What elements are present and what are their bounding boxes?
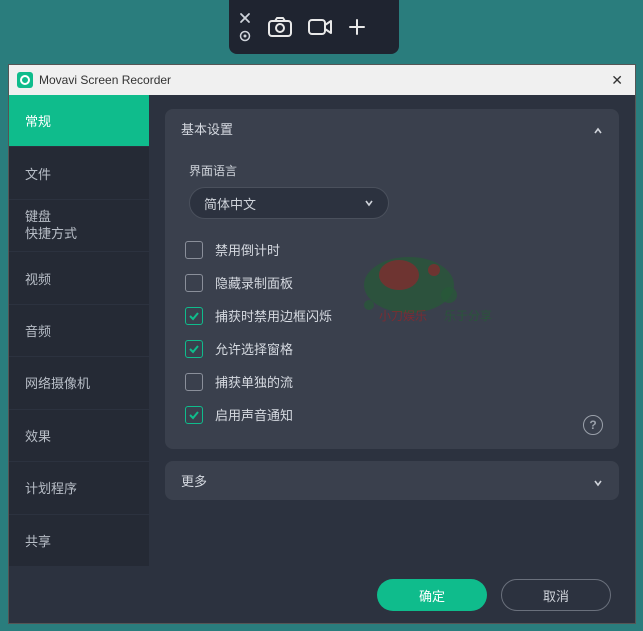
video-icon[interactable] <box>307 16 333 38</box>
sidebar-item-label: 效果 <box>25 426 51 445</box>
check-disable-countdown[interactable]: 禁用倒计时 <box>185 233 599 266</box>
check-label: 捕获单独的流 <box>215 372 293 391</box>
chevron-down-icon <box>364 196 374 211</box>
ok-button[interactable]: 确定 <box>377 579 487 611</box>
sidebar-item-video[interactable]: 视频 <box>9 252 149 304</box>
sidebar-item-label: 键盘 快捷方式 <box>25 209 77 243</box>
settings-sidebar: 常规 文件 键盘 快捷方式 视频 音频 网络摄像机 效果 计划程序 共享 <box>9 95 149 567</box>
sidebar-item-scheduler[interactable]: 计划程序 <box>9 462 149 514</box>
check-label: 允许选择窗格 <box>215 339 293 358</box>
panel-title: 更多 <box>181 471 207 490</box>
panel-basic-body: 界面语言 简体中文 禁用倒计时 隐藏录制面板 <box>165 148 619 449</box>
sidebar-item-label: 音频 <box>25 321 51 340</box>
check-separate-streams[interactable]: 捕获单独的流 <box>185 365 599 398</box>
sidebar-item-label: 视频 <box>25 269 51 288</box>
window-title: Movavi Screen Recorder <box>39 73 171 87</box>
sidebar-item-label: 文件 <box>25 164 51 183</box>
dialog-footer: 确定 取消 <box>9 567 635 623</box>
sidebar-item-audio[interactable]: 音频 <box>9 305 149 357</box>
checkbox[interactable] <box>185 406 203 424</box>
close-icon[interactable] <box>239 12 251 24</box>
panel-basic-header[interactable]: 基本设置 <box>165 109 619 148</box>
plus-icon[interactable] <box>347 17 367 37</box>
sidebar-item-general[interactable]: 常规 <box>9 95 149 147</box>
toolbar-actions <box>261 16 367 38</box>
checkbox[interactable] <box>185 241 203 259</box>
settings-dialog: Movavi Screen Recorder ✕ 常规 文件 键盘 快捷方式 视… <box>8 64 636 624</box>
sidebar-item-effects[interactable]: 效果 <box>9 410 149 462</box>
sidebar-item-keyboard[interactable]: 键盘 快捷方式 <box>9 200 149 252</box>
panel-more-header[interactable]: 更多 <box>165 461 619 500</box>
app-toolbar <box>229 0 399 54</box>
chevron-up-icon <box>593 124 603 134</box>
check-label: 隐藏录制面板 <box>215 273 293 292</box>
sidebar-item-label: 常规 <box>25 111 51 130</box>
window-close-button[interactable]: ✕ <box>607 72 627 89</box>
language-value: 简体中文 <box>204 194 256 213</box>
checkbox[interactable] <box>185 340 203 358</box>
cancel-button[interactable]: 取消 <box>501 579 611 611</box>
check-allow-window-select[interactable]: 允许选择窗格 <box>185 332 599 365</box>
checkbox[interactable] <box>185 274 203 292</box>
help-icon[interactable]: ? <box>583 415 603 435</box>
language-select[interactable]: 简体中文 <box>189 187 389 219</box>
check-label: 禁用倒计时 <box>215 240 280 259</box>
sidebar-item-file[interactable]: 文件 <box>9 147 149 199</box>
sidebar-item-share[interactable]: 共享 <box>9 515 149 567</box>
gear-icon[interactable] <box>239 30 251 42</box>
language-label: 界面语言 <box>189 162 599 179</box>
check-hide-panel[interactable]: 隐藏录制面板 <box>185 266 599 299</box>
panel-basic: 基本设置 界面语言 简体中文 禁用倒计时 隐藏录制面板 <box>165 109 619 449</box>
check-label: 启用声音通知 <box>215 405 293 424</box>
checkbox[interactable] <box>185 373 203 391</box>
check-disable-border-flash[interactable]: 捕获时禁用边框闪烁 <box>185 299 599 332</box>
camera-icon[interactable] <box>267 16 293 38</box>
settings-content: 小刀娱乐 乐于分享 基本设置 界面语言 简体中文 禁用倒计时 <box>149 95 635 567</box>
toolbar-controls <box>229 12 261 42</box>
check-sound-notification[interactable]: 启用声音通知 <box>185 398 599 431</box>
sidebar-item-label: 计划程序 <box>25 478 77 497</box>
sidebar-item-label: 共享 <box>25 531 51 550</box>
dialog-body: 常规 文件 键盘 快捷方式 视频 音频 网络摄像机 效果 计划程序 共享 小刀娱… <box>9 95 635 567</box>
app-icon <box>17 72 33 88</box>
check-label: 捕获时禁用边框闪烁 <box>215 306 332 325</box>
sidebar-item-label: 网络摄像机 <box>25 373 90 392</box>
panel-more: 更多 <box>165 461 619 500</box>
panel-title: 基本设置 <box>181 119 233 138</box>
sidebar-item-webcam[interactable]: 网络摄像机 <box>9 357 149 409</box>
titlebar: Movavi Screen Recorder ✕ <box>9 65 635 95</box>
chevron-down-icon <box>593 476 603 486</box>
checkbox[interactable] <box>185 307 203 325</box>
